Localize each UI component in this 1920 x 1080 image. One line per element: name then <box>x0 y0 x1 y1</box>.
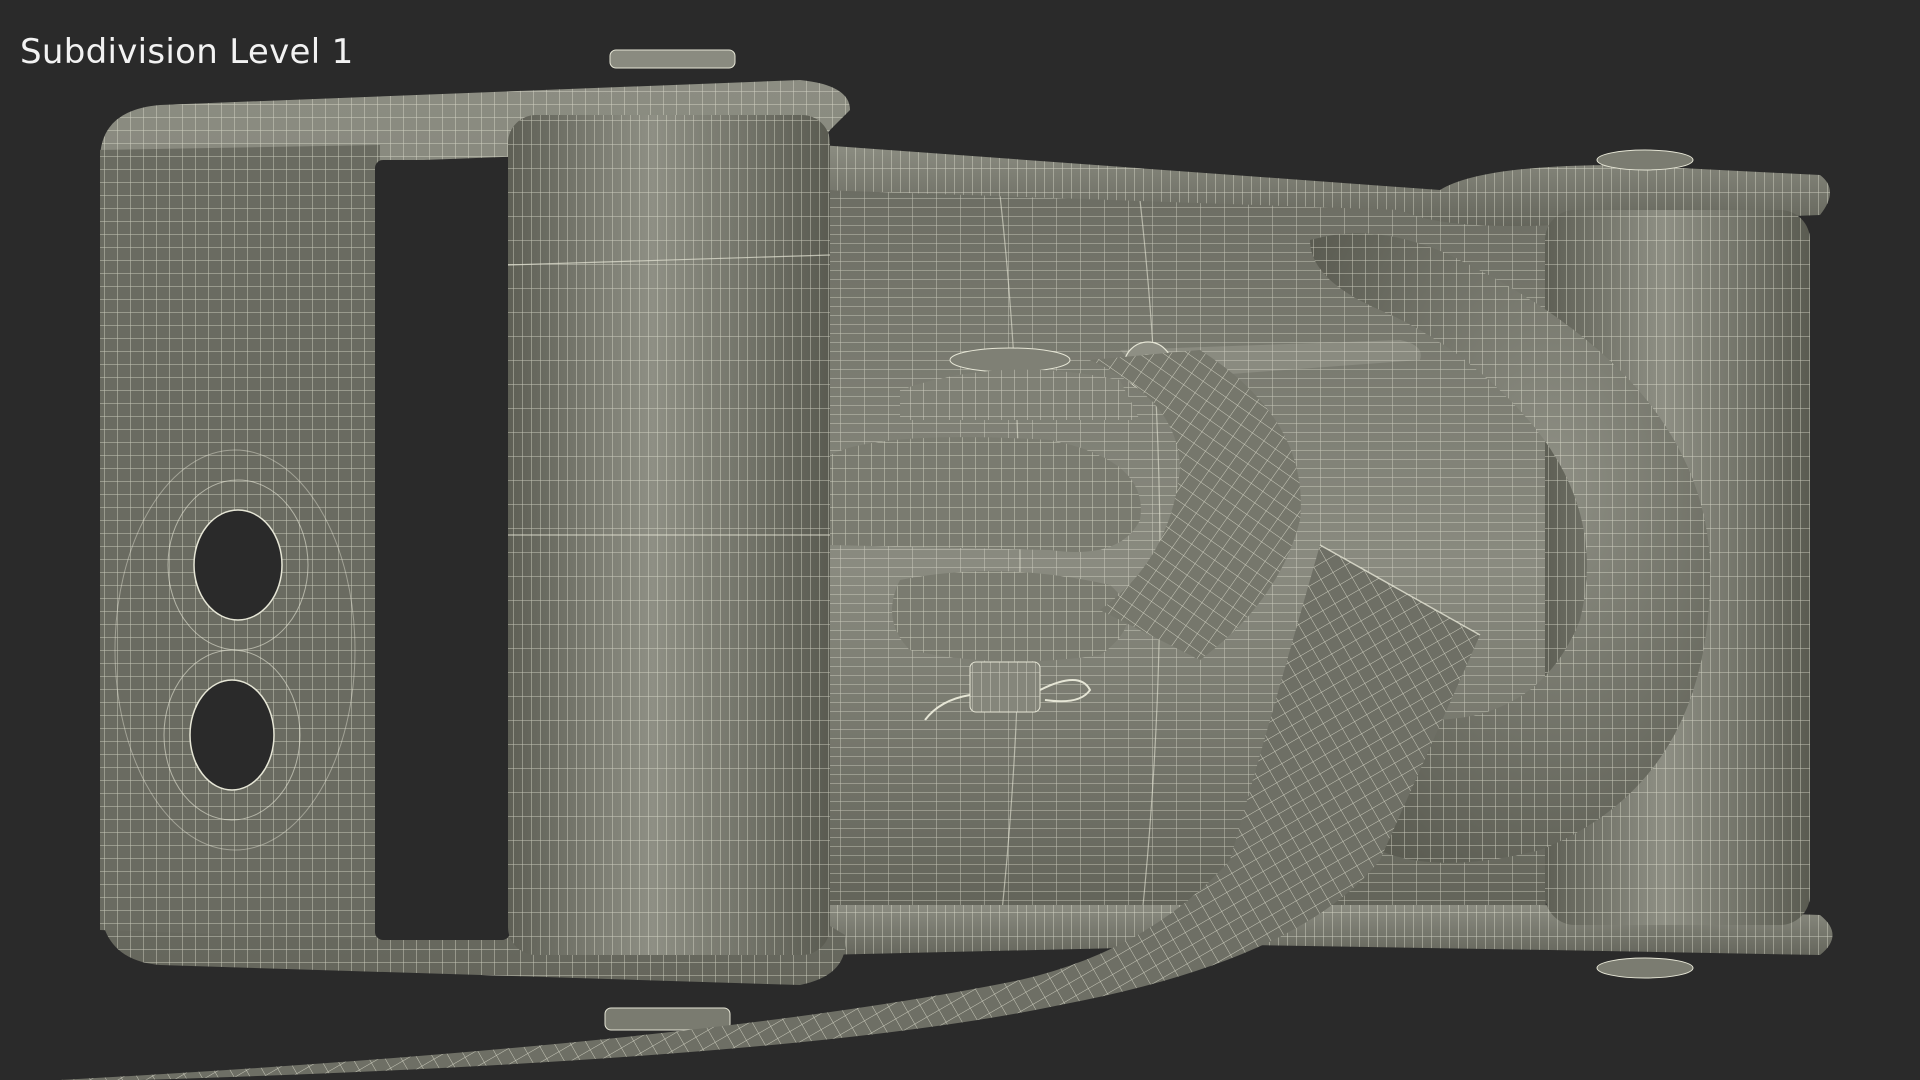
subdivision-level-label: Subdivision Level 1 <box>20 32 354 72</box>
frame-slot <box>375 160 510 940</box>
wireframe-render <box>60 49 1833 1080</box>
3d-viewport[interactable]: Subdivision Level 1 <box>0 0 1920 1080</box>
mount-hole-lower <box>189 679 275 791</box>
left-roller <box>507 115 831 955</box>
mount-hole-upper <box>193 509 283 621</box>
